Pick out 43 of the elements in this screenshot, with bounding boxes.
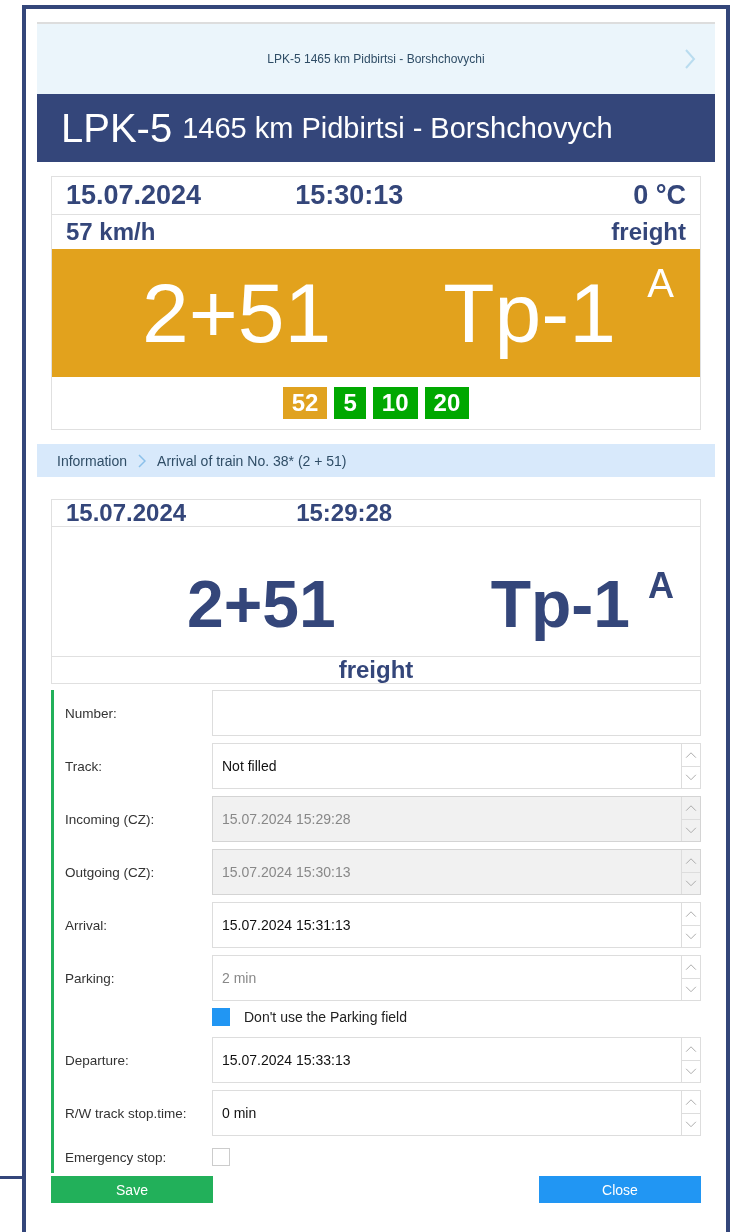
track-name: Tp-1 bbox=[443, 264, 616, 362]
temperature-text: 0 °C bbox=[633, 180, 686, 211]
breadcrumb-item[interactable]: Arrival of train No. 38* (2 + 51) bbox=[157, 452, 347, 469]
field-label: Outgoing (CZ): bbox=[64, 864, 156, 880]
count-badge: 10 bbox=[372, 387, 418, 419]
track-mark: A bbox=[647, 261, 674, 306]
breadcrumb-item[interactable]: Information bbox=[57, 452, 128, 469]
train-type-text: freight bbox=[338, 656, 414, 684]
field-label: Arrival: bbox=[64, 917, 108, 933]
count-badge: 5 bbox=[334, 387, 366, 419]
field-label: Emergency stop: bbox=[64, 1149, 168, 1165]
field-label: Departure: bbox=[64, 1052, 130, 1068]
train-type-text: freight bbox=[611, 218, 686, 246]
date-text: 15.07.2024 bbox=[66, 180, 202, 211]
chevron-right-icon[interactable] bbox=[683, 48, 697, 70]
input-field[interactable]: 2 min bbox=[212, 955, 701, 1001]
input-field[interactable]: 15.07.2024 15:33:13 bbox=[212, 1037, 701, 1083]
top-bar-title: LPK-5 1465 km Pidbirtsi - Borshchovychi bbox=[267, 52, 485, 66]
station-code: LPK-5 bbox=[61, 105, 173, 151]
checkbox[interactable] bbox=[212, 1148, 230, 1166]
input-field[interactable] bbox=[212, 690, 701, 736]
field-label: Number: bbox=[64, 705, 118, 721]
input-field[interactable]: 15.07.2024 15:31:13 bbox=[212, 902, 701, 948]
chevron-right-icon bbox=[138, 453, 147, 468]
speed-text: 57 km/h bbox=[66, 218, 156, 246]
track-name: Tp-1 bbox=[490, 565, 630, 642]
checkbox[interactable] bbox=[212, 1007, 230, 1026]
train-number: 2+51 bbox=[187, 565, 336, 642]
station-location: 1465 km Pidbirtsi - Borshchovych bbox=[182, 111, 613, 145]
time-text: 15:29:28 bbox=[296, 499, 393, 527]
count-badge: 20 bbox=[424, 387, 470, 419]
count-badge: 52 bbox=[282, 387, 328, 419]
train-number: 2+51 bbox=[142, 264, 332, 362]
field-label: Parking: bbox=[64, 970, 116, 986]
track-mark: A bbox=[648, 565, 674, 607]
checkbox-label: Don't use the Parking field bbox=[244, 1008, 407, 1025]
field-label: Track: bbox=[64, 758, 103, 774]
date-text: 15.07.2024 bbox=[66, 499, 187, 527]
input-field[interactable]: Not filled bbox=[212, 743, 701, 789]
time-text: 15:30:13 bbox=[295, 180, 404, 211]
input-field[interactable]: 0 min bbox=[212, 1090, 701, 1136]
field-label: Incoming (CZ): bbox=[64, 811, 156, 827]
field-label: R/W track stop.time: bbox=[64, 1105, 188, 1121]
